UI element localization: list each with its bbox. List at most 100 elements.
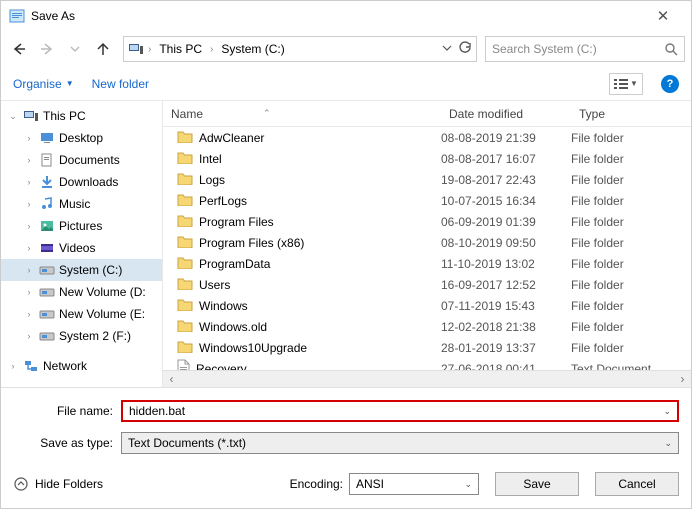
file-list: AdwCleaner 08-08-2019 21:39 File folder … [163, 127, 691, 370]
filename-input[interactable]: hidden.bat ⌄ [121, 400, 679, 422]
address-bar[interactable]: › This PC › System (C:) [123, 36, 477, 62]
tree-network[interactable]: › Network [1, 355, 162, 377]
tree-item[interactable]: › Documents [1, 149, 162, 171]
file-name: AdwCleaner [199, 131, 264, 145]
refresh-icon[interactable] [458, 41, 472, 58]
chevron-icon: › [148, 44, 151, 55]
search-input[interactable]: Search System (C:) [485, 36, 685, 62]
tree-item[interactable]: › Music [1, 193, 162, 215]
toolbar: Organise▼ New folder ▼ ? [1, 67, 691, 101]
file-name: Users [199, 278, 230, 292]
file-name: Logs [199, 173, 225, 187]
main-area: ⌄ This PC › Desktop › Documents › Downlo… [1, 101, 691, 387]
file-name: Windows.old [199, 320, 267, 334]
breadcrumb-this-pc[interactable]: This PC [155, 40, 206, 58]
file-row[interactable]: Logs 19-08-2017 22:43 File folder [163, 169, 691, 190]
hide-folders-button[interactable]: Hide Folders [13, 476, 103, 492]
tree-item[interactable]: › Pictures [1, 215, 162, 237]
column-name[interactable]: Name⌃ [163, 107, 441, 121]
folder-icon [177, 256, 193, 272]
file-type: File folder [571, 278, 691, 292]
tree-item-icon [39, 240, 55, 256]
tree-item-label: Pictures [59, 219, 102, 233]
organise-button[interactable]: Organise▼ [13, 77, 74, 91]
save-as-type-label: Save as type: [13, 436, 121, 450]
tree-item-label: Videos [59, 241, 95, 255]
folder-icon [177, 319, 193, 335]
close-button[interactable]: ✕ [643, 7, 683, 25]
tree-item[interactable]: › Desktop [1, 127, 162, 149]
address-dropdown-icon[interactable] [442, 42, 452, 56]
file-row[interactable]: Windows.old 12-02-2018 21:38 File folder [163, 316, 691, 337]
tree-item[interactable]: › New Volume (D: [1, 281, 162, 303]
tree-item-label: New Volume (D: [59, 285, 146, 299]
forward-button[interactable] [35, 37, 59, 61]
file-row[interactable]: PerfLogs 10-07-2015 16:34 File folder [163, 190, 691, 211]
file-row[interactable]: Users 16-09-2017 12:52 File folder [163, 274, 691, 295]
breadcrumb-system-c[interactable]: System (C:) [217, 40, 288, 58]
column-date[interactable]: Date modified [441, 107, 571, 121]
history-dropdown[interactable] [63, 37, 87, 61]
column-headers: Name⌃ Date modified Type [163, 101, 691, 127]
list-icon [614, 78, 628, 90]
help-button[interactable]: ? [661, 75, 679, 93]
file-type: File folder [571, 299, 691, 313]
tree-item[interactable]: › System (C:) [1, 259, 162, 281]
folder-icon [177, 298, 193, 314]
tree-item-label: Desktop [59, 131, 103, 145]
tree-item[interactable]: › Downloads [1, 171, 162, 193]
file-type: File folder [571, 152, 691, 166]
tree-this-pc[interactable]: ⌄ This PC [1, 105, 162, 127]
nav-bar: › This PC › System (C:) Search System (C… [1, 31, 691, 67]
tree-item[interactable]: › New Volume (E: [1, 303, 162, 325]
cancel-button[interactable]: Cancel [595, 472, 679, 496]
file-row[interactable]: ProgramData 11-10-2019 13:02 File folder [163, 253, 691, 274]
file-name: Windows10Upgrade [199, 341, 307, 355]
app-icon [9, 8, 25, 24]
file-list-panel: Name⌃ Date modified Type AdwCleaner 08-0… [163, 101, 691, 387]
file-date: 08-08-2019 21:39 [441, 131, 571, 145]
save-button[interactable]: Save [495, 472, 579, 496]
file-type: File folder [571, 131, 691, 145]
encoding-select[interactable]: ANSI⌄ [349, 473, 479, 495]
back-button[interactable] [7, 37, 31, 61]
file-row[interactable]: Program Files 06-09-2019 01:39 File fold… [163, 211, 691, 232]
file-date: 16-09-2017 12:52 [441, 278, 571, 292]
file-row[interactable]: Windows10Upgrade 28-01-2019 13:37 File f… [163, 337, 691, 358]
pc-icon [128, 41, 144, 57]
action-bar: Hide Folders Encoding: ANSI⌄ Save Cancel [1, 466, 691, 508]
file-row[interactable]: Recovery 27-06-2018 00:41 Text Document [163, 358, 691, 370]
tree-item-icon [39, 284, 55, 300]
file-type: File folder [571, 341, 691, 355]
new-folder-button[interactable]: New folder [92, 77, 149, 91]
column-type[interactable]: Type [571, 107, 691, 121]
file-row[interactable]: Program Files (x86) 08-10-2019 09:50 Fil… [163, 232, 691, 253]
tree-item[interactable]: › Videos [1, 237, 162, 259]
file-date: 10-07-2015 16:34 [441, 194, 571, 208]
file-row[interactable]: Windows 07-11-2019 15:43 File folder [163, 295, 691, 316]
file-name: Intel [199, 152, 222, 166]
file-date: 08-10-2019 09:50 [441, 236, 571, 250]
file-row[interactable]: AdwCleaner 08-08-2019 21:39 File folder [163, 127, 691, 148]
search-placeholder: Search System (C:) [492, 42, 664, 56]
file-type: File folder [571, 173, 691, 187]
tree-item-icon [39, 196, 55, 212]
view-options-button[interactable]: ▼ [609, 73, 643, 95]
save-as-type-select[interactable]: Text Documents (*.txt) ⌄ [121, 432, 679, 454]
file-name: Recovery [196, 362, 247, 371]
tree-item-label: System (C:) [59, 263, 122, 277]
document-icon [177, 359, 190, 370]
tree-item[interactable]: › System 2 (F:) [1, 325, 162, 347]
file-date: 06-09-2019 01:39 [441, 215, 571, 229]
file-date: 07-11-2019 15:43 [441, 299, 571, 313]
file-row[interactable]: Intel 08-08-2017 16:07 File folder [163, 148, 691, 169]
tree-item-icon [39, 262, 55, 278]
folder-icon [177, 172, 193, 188]
save-form: File name: hidden.bat ⌄ Save as type: Te… [1, 387, 691, 466]
horizontal-scrollbar[interactable]: ‹› [163, 370, 691, 387]
up-button[interactable] [91, 37, 115, 61]
file-date: 19-08-2017 22:43 [441, 173, 571, 187]
tree-item-icon [39, 130, 55, 146]
file-date: 08-08-2017 16:07 [441, 152, 571, 166]
file-date: 27-06-2018 00:41 [441, 362, 571, 371]
